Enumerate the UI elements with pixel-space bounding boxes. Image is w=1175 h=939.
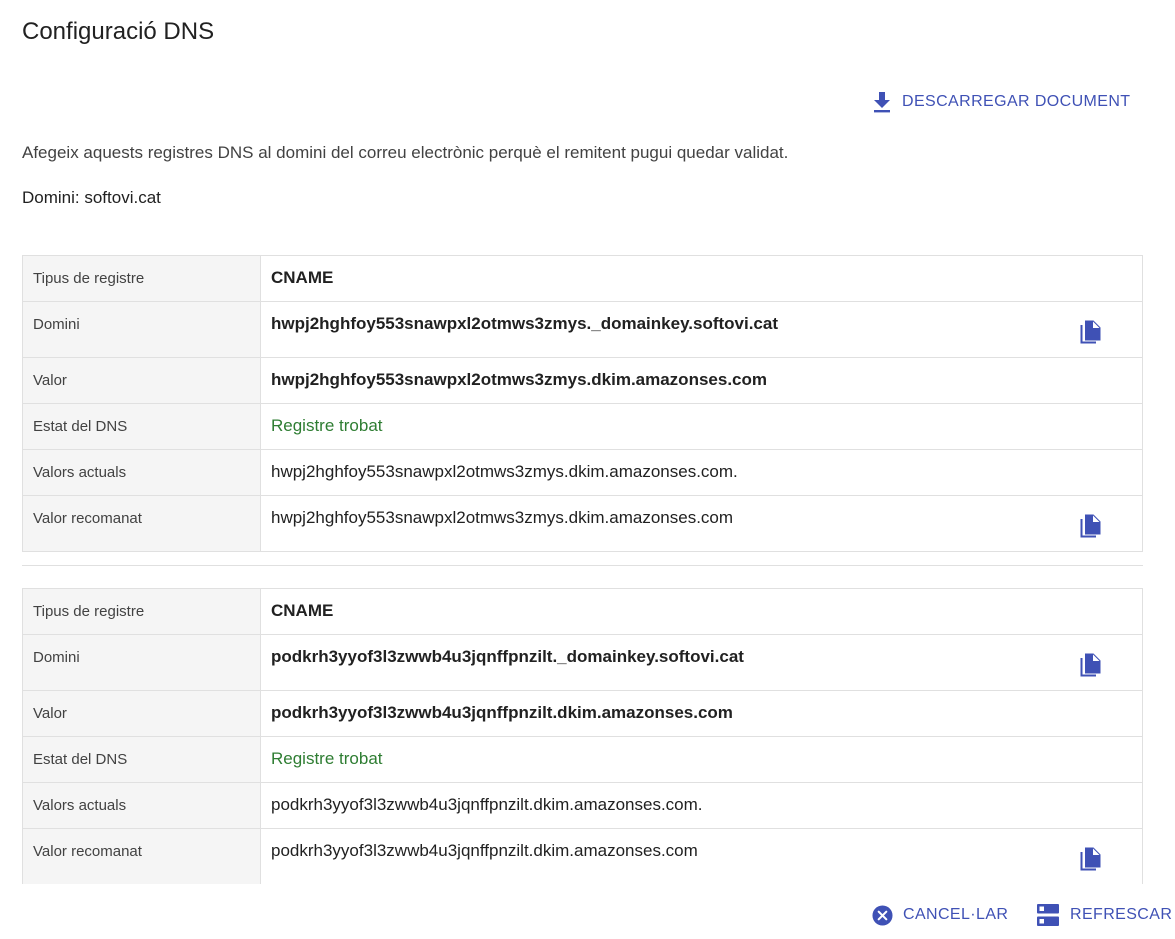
refresh-label: REFRESCAR	[1070, 906, 1173, 923]
domain-cell: hwpj2hghfoy553snawpxl2otmws3zmys._domain…	[260, 301, 1143, 358]
records-scroll-area[interactable]: Tipus de registre CNAME Domini hwpj2hghf…	[0, 255, 1175, 884]
table-row: Valors actuals podkrh3yyof3l3zwwb4u3jqnf…	[22, 782, 1143, 829]
refresh-button[interactable]: REFRESCAR	[1036, 902, 1172, 928]
dns-status-value: Registre trobat	[260, 736, 1143, 783]
cancel-circle-icon	[872, 904, 893, 926]
dns-server-icon	[1037, 904, 1059, 926]
current-values-value: hwpj2hghfoy553snawpxl2otmws3zmys.dkim.am…	[260, 449, 1143, 496]
domain-label: Domini	[22, 634, 261, 691]
recommended-value: podkrh3yyof3l3zwwb4u3jqnffpnzilt.dkim.am…	[271, 841, 698, 860]
download-document-label: DESCARREGAR DOCUMENT	[902, 93, 1131, 110]
table-row: Valor recomanat hwpj2hghfoy553snawpxl2ot…	[22, 495, 1143, 552]
dns-record-table: Tipus de registre CNAME Domini hwpj2hghf…	[22, 255, 1143, 552]
record-type-value: CNAME	[260, 588, 1143, 635]
copy-icon[interactable]	[1080, 320, 1102, 344]
current-values-label: Valors actuals	[22, 449, 261, 496]
table-row: Estat del DNS Registre trobat	[22, 736, 1143, 783]
instructions-text: Afegeix aquests registres DNS al domini …	[22, 143, 789, 162]
dns-status-value: Registre trobat	[260, 403, 1143, 450]
table-row: Valor hwpj2hghfoy553snawpxl2otmws3zmys.d…	[22, 357, 1143, 404]
page-title: Configuració DNS	[22, 18, 215, 45]
download-icon	[874, 92, 890, 113]
value-value: podkrh3yyof3l3zwwb4u3jqnffpnzilt.dkim.am…	[260, 690, 1143, 737]
domain-label: Domini	[22, 301, 261, 358]
recommended-value-label: Valor recomanat	[22, 495, 261, 552]
table-row: Valor podkrh3yyof3l3zwwb4u3jqnffpnzilt.d…	[22, 690, 1143, 737]
table-row: Estat del DNS Registre trobat	[22, 403, 1143, 450]
value-value: hwpj2hghfoy553snawpxl2otmws3zmys.dkim.am…	[260, 357, 1143, 404]
dns-status-label: Estat del DNS	[22, 736, 261, 783]
table-row: Domini hwpj2hghfoy553snawpxl2otmws3zmys.…	[22, 301, 1143, 358]
value-label: Valor	[22, 357, 261, 404]
copy-icon[interactable]	[1080, 653, 1102, 677]
record-type-label: Tipus de registre	[22, 255, 261, 302]
table-row: Valors actuals hwpj2hghfoy553snawpxl2otm…	[22, 449, 1143, 496]
dns-record-table: Tipus de registre CNAME Domini podkrh3yy…	[22, 588, 1143, 884]
record-type-label: Tipus de registre	[22, 588, 261, 635]
table-row: Tipus de registre CNAME	[22, 588, 1143, 635]
cancel-label: CANCEL·LAR	[903, 906, 1009, 923]
value-label: Valor	[22, 690, 261, 737]
table-row: Tipus de registre CNAME	[22, 255, 1143, 302]
copy-icon[interactable]	[1080, 514, 1102, 538]
record-type-value: CNAME	[260, 255, 1143, 302]
recommended-value: hwpj2hghfoy553snawpxl2otmws3zmys.dkim.am…	[271, 508, 734, 527]
dns-status-label: Estat del DNS	[22, 403, 261, 450]
current-values-value: podkrh3yyof3l3zwwb4u3jqnffpnzilt.dkim.am…	[260, 782, 1143, 829]
table-row: Domini podkrh3yyof3l3zwwb4u3jqnffpnzilt.…	[22, 634, 1143, 691]
recommended-value-cell: podkrh3yyof3l3zwwb4u3jqnffpnzilt.dkim.am…	[260, 828, 1143, 884]
domain-value: podkrh3yyof3l3zwwb4u3jqnffpnzilt._domain…	[271, 647, 744, 666]
copy-icon[interactable]	[1080, 847, 1102, 871]
current-values-label: Valors actuals	[22, 782, 261, 829]
domain-value: hwpj2hghfoy553snawpxl2otmws3zmys._domain…	[271, 314, 779, 333]
record-divider	[22, 565, 1143, 566]
recommended-value-label: Valor recomanat	[22, 828, 261, 884]
domain-cell: podkrh3yyof3l3zwwb4u3jqnffpnzilt._domain…	[260, 634, 1143, 691]
domain-name: Domini: softovi.cat	[22, 188, 161, 207]
table-row: Valor recomanat podkrh3yyof3l3zwwb4u3jqn…	[22, 828, 1143, 884]
cancel-button[interactable]: CANCEL·LAR	[872, 902, 1008, 928]
download-document-button[interactable]: DESCARREGAR DOCUMENT	[872, 90, 1130, 114]
recommended-value-cell: hwpj2hghfoy553snawpxl2otmws3zmys.dkim.am…	[260, 495, 1143, 552]
